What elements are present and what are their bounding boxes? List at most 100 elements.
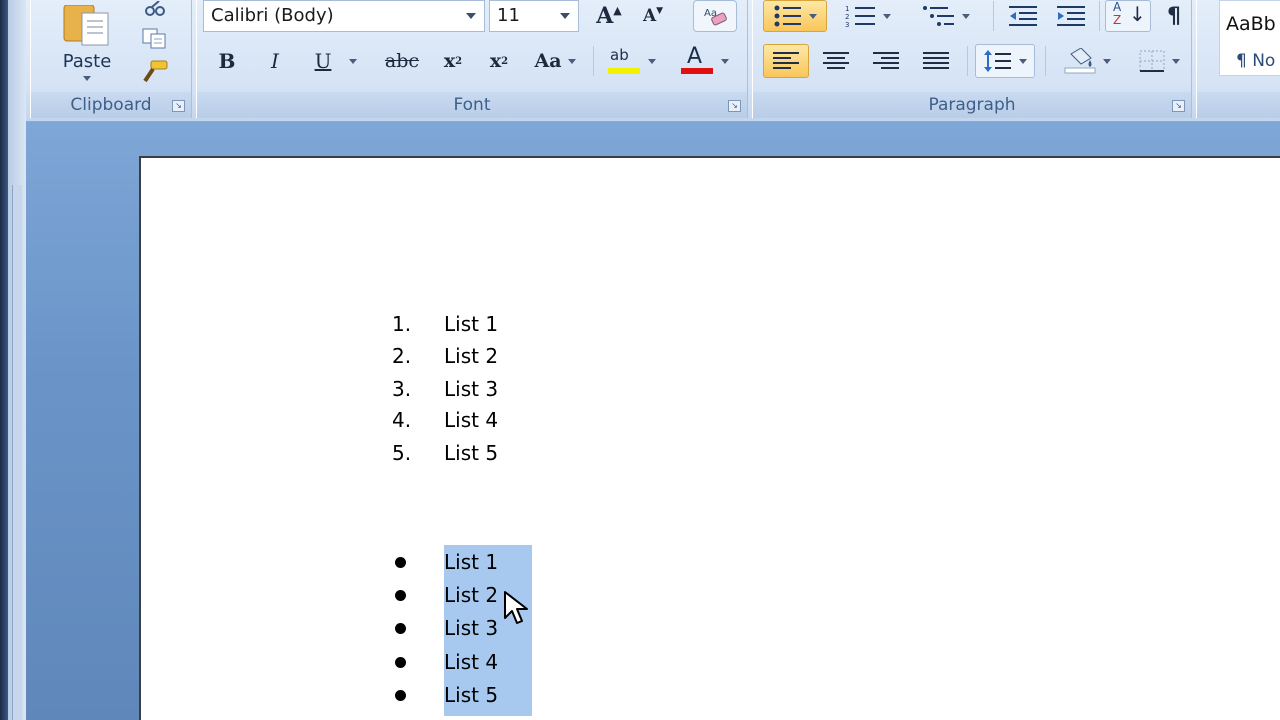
show-formatting-marks-button[interactable]: ¶ <box>1157 0 1191 32</box>
italic-button[interactable]: I <box>255 44 295 78</box>
grow-font-icon: A <box>596 3 614 29</box>
style-gallery-item-normal[interactable]: AaBb ¶ No <box>1219 0 1280 76</box>
ribbon: Paste Clipboard ↘ Calibri (Body) 11 A ▲ … <box>26 0 1280 122</box>
paste-dropdown-arrow[interactable] <box>83 76 91 81</box>
paragraph-separator-2 <box>1099 1 1100 31</box>
decrease-indent-icon <box>1009 6 1037 26</box>
list-item[interactable]: 1. List 1 <box>0 308 600 340</box>
clipboard-group-label: Clipboard <box>31 92 191 118</box>
format-painter-button[interactable] <box>133 56 177 88</box>
list-text: List 2 <box>444 583 499 607</box>
align-right-button[interactable] <box>863 44 909 78</box>
underline-dropdown-arrow[interactable] <box>349 58 358 64</box>
style-name-label: ¶ No <box>1236 51 1276 71</box>
align-left-button[interactable] <box>763 44 809 78</box>
align-left-icon <box>773 52 799 69</box>
font-size-dropdown-arrow <box>560 13 570 19</box>
shading-button[interactable] <box>1053 44 1121 78</box>
clipboard-dialog-launcher[interactable]: ↘ <box>172 100 185 112</box>
subscript-mark: 2 <box>455 55 463 67</box>
list-item[interactable]: 4. List 4 <box>0 404 600 436</box>
underline-icon: U <box>314 49 332 73</box>
change-case-dropdown-arrow[interactable] <box>567 58 576 64</box>
font-group: Calibri (Body) 11 A ▲ A ▼ Aa B I U abc x… <box>196 0 748 118</box>
subscript-button[interactable]: x2 <box>431 44 475 78</box>
list-item[interactable]: 2. List 2 <box>0 340 600 372</box>
list-number: 2. <box>392 344 412 368</box>
bullets-dropdown-arrow[interactable] <box>809 13 817 19</box>
bold-icon: B <box>218 49 236 73</box>
font-size-value: 11 <box>497 5 520 26</box>
numbering-dropdown-arrow[interactable] <box>883 13 891 19</box>
font-color-dropdown-arrow[interactable] <box>721 58 729 64</box>
bullet-marker <box>395 690 406 701</box>
list-item[interactable]: List 5 <box>0 679 600 711</box>
list-text: List 4 <box>444 408 499 432</box>
strikethrough-button[interactable]: abc <box>377 44 427 78</box>
sort-button[interactable]: A Z ↓ <box>1105 0 1151 32</box>
change-case-icon: Aa <box>534 50 562 72</box>
line-spacing-icon <box>984 50 1011 72</box>
scissors-icon <box>145 1 165 16</box>
font-separator <box>593 46 594 76</box>
list-item[interactable]: 3. List 3 <box>0 373 600 405</box>
style-preview-text: AaBb <box>1226 13 1276 35</box>
clear-formatting-button[interactable]: Aa <box>693 0 737 32</box>
paragraph-dialog-launcher[interactable]: ↘ <box>1172 100 1185 112</box>
sort-z-glyph: Z <box>1113 13 1122 27</box>
multilevel-list-button[interactable] <box>909 0 983 32</box>
font-size-select[interactable]: 11 <box>489 0 579 32</box>
underline-button[interactable]: U <box>303 44 369 78</box>
change-case-button[interactable]: Aa <box>527 44 583 78</box>
line-spacing-dropdown-arrow[interactable] <box>1019 58 1027 64</box>
copy-icon <box>142 28 166 49</box>
styles-group-label <box>1197 92 1280 118</box>
list-number: 1. <box>392 312 412 336</box>
shading-dropdown-arrow[interactable] <box>1103 58 1111 64</box>
list-text: List 5 <box>444 441 499 465</box>
list-item[interactable]: List 4 <box>0 646 600 678</box>
styles-group: AaBb ¶ No <box>1196 0 1280 118</box>
highlight-button[interactable]: ab <box>601 44 661 78</box>
increase-indent-button[interactable] <box>1049 0 1093 32</box>
superscript-button[interactable]: x2 <box>477 44 521 78</box>
justify-button[interactable] <box>913 44 959 78</box>
pilcrow-icon: ¶ <box>1167 3 1181 29</box>
bullets-button[interactable] <box>763 0 827 32</box>
align-center-button[interactable] <box>813 44 859 78</box>
multilevel-dropdown-arrow[interactable] <box>962 13 970 19</box>
font-color-icon: A <box>679 44 715 76</box>
svg-text:1: 1 <box>845 5 849 13</box>
mouse-pointer-icon <box>504 591 528 624</box>
font-name-select[interactable]: Calibri (Body) <box>203 0 485 32</box>
borders-dropdown-arrow[interactable] <box>1172 58 1180 64</box>
sort-icon: A Z ↓ <box>1113 0 1146 27</box>
decrease-indent-button[interactable] <box>1001 0 1045 32</box>
clipboard-group: Paste Clipboard ↘ <box>30 0 192 118</box>
bold-button[interactable]: B <box>207 44 247 78</box>
list-item[interactable]: List 1 <box>0 546 600 578</box>
font-group-label: Font <box>197 92 747 118</box>
paragraph-separator-3 <box>967 46 968 76</box>
paste-button[interactable]: Paste <box>51 0 123 86</box>
justify-icon <box>923 52 949 69</box>
list-number: 5. <box>392 441 412 465</box>
font-color-button[interactable]: A <box>673 44 735 78</box>
paint-bucket-icon <box>1064 48 1096 74</box>
list-item[interactable]: 5. List 5 <box>0 437 600 469</box>
list-number: 4. <box>392 408 412 432</box>
borders-button[interactable] <box>1127 44 1191 78</box>
grow-font-button[interactable]: A ▲ <box>589 0 629 32</box>
line-spacing-button[interactable] <box>975 44 1035 78</box>
eraser-icon: Aa <box>704 8 727 26</box>
list-text: List 3 <box>444 377 499 401</box>
cut-button[interactable] <box>133 0 177 20</box>
list-text: List 3 <box>444 616 499 640</box>
highlight-dropdown-arrow[interactable] <box>648 58 656 64</box>
format-painter-icon <box>143 60 168 83</box>
font-dialog-launcher[interactable]: ↘ <box>728 100 741 112</box>
shrink-font-button[interactable]: A ▼ <box>633 0 673 32</box>
paragraph-group-label: Paragraph <box>753 92 1191 118</box>
numbering-button[interactable]: 1 2 3 <box>835 0 901 32</box>
copy-button[interactable] <box>133 24 177 52</box>
